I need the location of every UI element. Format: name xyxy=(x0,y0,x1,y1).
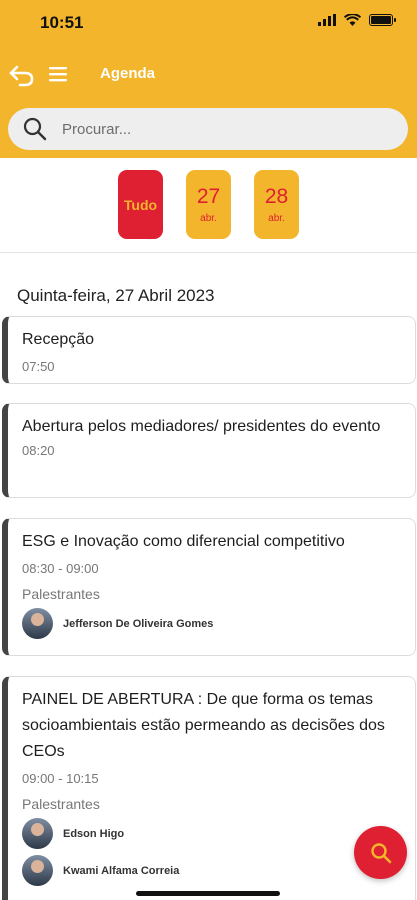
search-fab-button[interactable] xyxy=(354,826,407,879)
session-time: 07:50 xyxy=(22,359,55,374)
session-card[interactable]: ESG e Inovação como diferencial competit… xyxy=(2,518,416,656)
session-title: Recepção xyxy=(22,331,95,348)
speaker-name: Kwami Alfama Correia xyxy=(63,864,180,877)
app-header: 10:51 Agenda xyxy=(0,0,417,158)
filter-day-month: abr. xyxy=(268,213,285,224)
filter-day-27-button[interactable]: 27 abr. xyxy=(186,170,231,239)
speaker-name: Edson Higo xyxy=(63,827,125,840)
session-time: 08:30 - 09:00 xyxy=(22,561,99,576)
speakers-label: Palestrantes xyxy=(22,586,100,602)
session-card[interactable]: PAINEL DE ABERTURA : De que forma os tem… xyxy=(2,676,416,900)
session-time: 09:00 - 10:15 xyxy=(22,771,99,786)
page-title: Agenda xyxy=(100,65,156,82)
speaker-item[interactable]: Jefferson De Oliveira Gomes xyxy=(22,608,401,639)
avatar xyxy=(22,855,53,886)
back-icon[interactable] xyxy=(8,60,36,88)
wifi-icon xyxy=(344,14,361,26)
session-title: PAINEL DE ABERTURA : De que forma os tem… xyxy=(22,691,385,760)
filter-day-month: abr. xyxy=(200,213,217,224)
speaker-item[interactable]: Kwami Alfama Correia xyxy=(22,855,401,886)
filter-all-button[interactable]: Tudo xyxy=(118,170,163,239)
speakers-label: Palestrantes xyxy=(22,796,100,812)
search-icon xyxy=(370,842,391,863)
menu-icon[interactable] xyxy=(47,63,69,85)
session-title: ESG e Inovação como diferencial competit… xyxy=(22,533,345,550)
session-card[interactable]: Abertura pelos mediadores/ presidentes d… xyxy=(2,403,416,498)
search-bar[interactable] xyxy=(8,108,408,150)
avatar xyxy=(22,818,53,849)
signal-icon xyxy=(318,14,336,26)
day-heading: Quinta-feira, 27 Abril 2023 xyxy=(17,286,215,305)
filter-all-label: Tudo xyxy=(123,196,158,213)
home-indicator xyxy=(136,891,280,896)
filter-day-number: 28 xyxy=(264,185,289,208)
avatar xyxy=(22,608,53,639)
session-time: 08:20 xyxy=(22,443,55,458)
session-title: Abertura pelos mediadores/ presidentes d… xyxy=(22,418,381,435)
search-input[interactable] xyxy=(62,120,362,138)
status-icons xyxy=(318,14,396,26)
filter-day-number: 27 xyxy=(196,185,221,208)
status-time: 10:51 xyxy=(40,13,84,32)
speaker-item[interactable]: Edson Higo xyxy=(22,818,401,849)
session-card[interactable]: Recepção 07:50 xyxy=(2,316,416,384)
date-filter: Tudo 27 abr. 28 abr. xyxy=(0,158,417,253)
search-icon xyxy=(23,117,47,141)
filter-day-28-button[interactable]: 28 abr. xyxy=(254,170,299,239)
speaker-name: Jefferson De Oliveira Gomes xyxy=(63,617,214,630)
battery-icon xyxy=(369,14,396,26)
